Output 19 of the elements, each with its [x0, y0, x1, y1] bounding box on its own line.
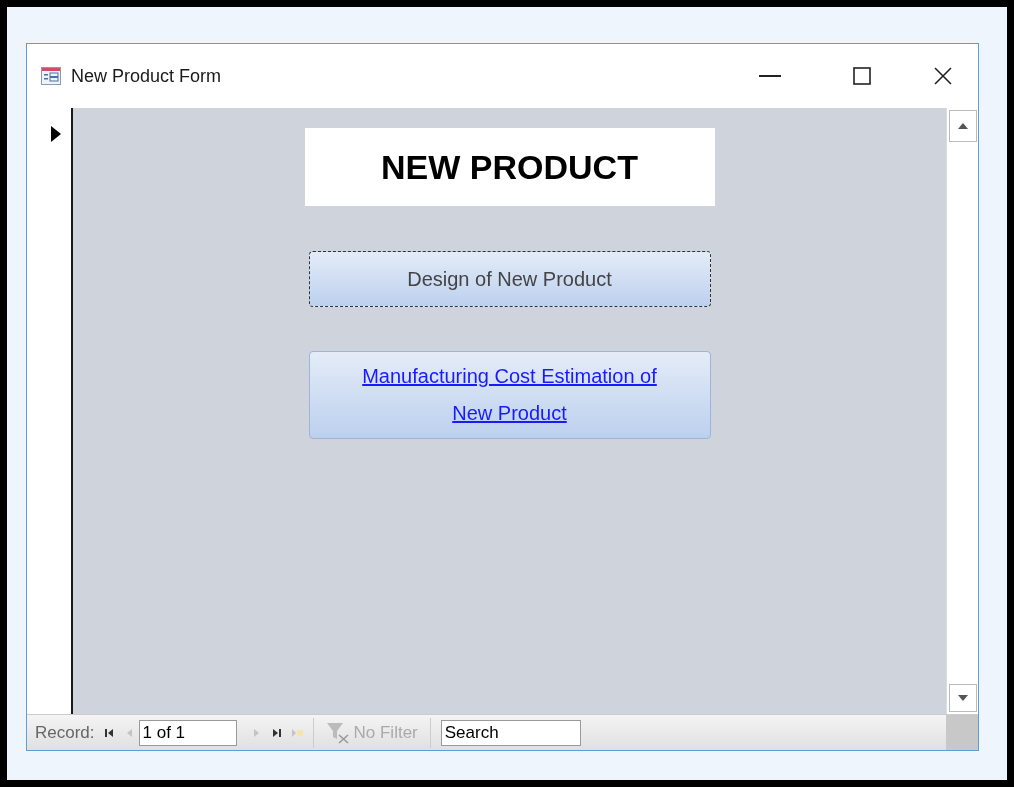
- hyperlink-button[interactable]: Manufacturing Cost Estimation of New Product: [308, 351, 711, 439]
- record-pointer-icon: [51, 126, 61, 142]
- record-label: Record:: [35, 721, 95, 744]
- new-record-icon: [290, 726, 303, 739]
- maximize-icon: [853, 67, 871, 85]
- form-heading: NEW PRODUCT: [304, 128, 715, 206]
- vertical-scrollbar[interactable]: [946, 108, 978, 714]
- filter-off-icon: [325, 721, 350, 744]
- first-record-icon: [102, 726, 115, 739]
- record-position-field[interactable]: 1 of 1: [138, 719, 237, 746]
- window-title: New Product Form: [71, 64, 222, 88]
- command-button[interactable]: Design of New Product: [308, 251, 711, 307]
- scroll-up-icon: [957, 123, 968, 129]
- search-field[interactable]: Search: [440, 719, 581, 746]
- close-icon: [933, 66, 953, 86]
- form-icon: [41, 67, 61, 85]
- scroll-down-icon: [957, 695, 968, 701]
- minimize-icon: [759, 75, 781, 77]
- last-record-icon: [270, 726, 283, 739]
